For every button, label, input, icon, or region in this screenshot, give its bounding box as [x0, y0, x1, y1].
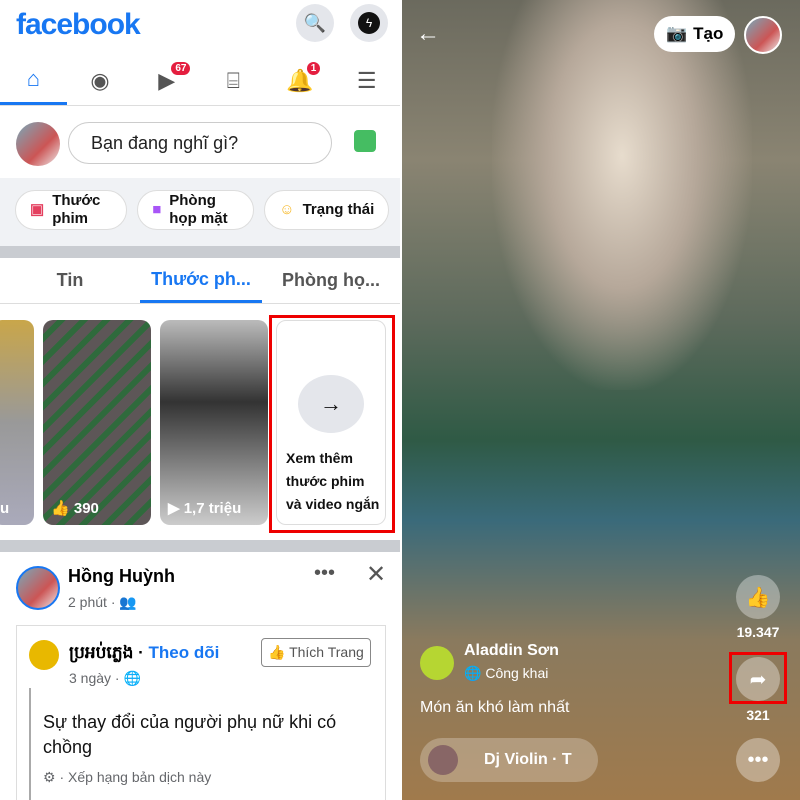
- author-name[interactable]: Aladdin Sơn: [464, 642, 559, 660]
- tab-stories[interactable]: Tin: [0, 258, 140, 303]
- reels-icon: ▣: [30, 201, 45, 218]
- home-icon: ⌂: [26, 66, 40, 91]
- top-nav: ⌂ ◉ ▶ 67 ⌸ 🔔 1 ☰: [0, 56, 400, 106]
- reel-likes: 390: [73, 500, 99, 517]
- music-title: Dj Violin · T: [484, 751, 572, 768]
- menu-icon: ☰: [356, 67, 377, 93]
- nav-groups[interactable]: ◉: [67, 56, 134, 105]
- author-avatar[interactable]: [420, 646, 454, 680]
- friends-icon: 👥: [119, 594, 137, 610]
- search-icon: 🔍: [303, 12, 327, 33]
- reel-card[interactable]: 👍 390: [43, 320, 151, 525]
- gear-icon: ⚙: [43, 769, 56, 785]
- post-text: Sự thay đổi của người phụ nữ khi có chồn…: [43, 712, 337, 757]
- nav-home[interactable]: ⌂: [0, 56, 67, 105]
- nav-marketplace[interactable]: ⌸: [200, 56, 267, 105]
- quote-bar: [29, 688, 31, 800]
- post-author[interactable]: Hồng Huỳnh: [68, 566, 175, 587]
- music-avatar: [428, 745, 458, 775]
- create-button[interactable]: 📷 Tạo: [654, 16, 736, 52]
- photo-icon[interactable]: [354, 130, 376, 152]
- nav-menu[interactable]: ☰: [333, 56, 400, 105]
- shared-time: 3 ngày · 🌐: [69, 670, 141, 686]
- like-count: 19.347: [736, 624, 780, 640]
- composer-input[interactable]: Bạn đang nghĩ gì?: [68, 122, 332, 164]
- nav-watch[interactable]: ▶ 67: [133, 56, 200, 105]
- post-time: 2 phút · 👥: [68, 594, 137, 610]
- more-options-button[interactable]: •••: [736, 738, 780, 782]
- thumbs-up-icon: 👍: [268, 644, 286, 660]
- groups-icon: ◉: [90, 67, 110, 93]
- reel-viewer[interactable]: ← 📷 Tạo 👍 19.347 ➦ 321 ••• Aladdin Sơn 🌐 …: [402, 0, 800, 800]
- reel-stat: u: [0, 500, 10, 517]
- reel-stat: 👍 390: [51, 500, 99, 517]
- chip-label: Phòng họp mặt: [169, 192, 228, 227]
- chip-label: Trạng thái: [302, 201, 375, 218]
- music-pill[interactable]: Dj Violin · T: [420, 738, 598, 782]
- more-icon: •••: [747, 748, 769, 771]
- shared-page-name[interactable]: ប្រអប់ភ្លេង: [69, 643, 133, 662]
- create-chips: ▣ Thước phim ■ Phòng họp mặt ☺ Trạng thái: [0, 178, 400, 246]
- user-avatar[interactable]: [744, 16, 782, 54]
- smiley-icon: ☺: [279, 201, 295, 218]
- tab-rooms[interactable]: Phòng họ...: [262, 258, 400, 303]
- shared-time-text: 3 ngày: [69, 670, 112, 686]
- nav-notifications[interactable]: 🔔 1: [267, 56, 334, 105]
- facebook-logo[interactable]: facebook: [16, 8, 141, 42]
- watch-badge: 67: [171, 62, 191, 75]
- privacy-label: Công khai: [485, 665, 549, 681]
- translation-rating-label: Xếp hạng bản dịch này: [68, 769, 212, 785]
- messenger-icon: ϟ: [358, 12, 380, 34]
- reel-card[interactable]: ▶ 1,7 triệu: [160, 320, 268, 525]
- shared-page-header: ប្រអប់ភ្លេង · Theo dõi: [69, 643, 220, 662]
- highlight-box: [269, 315, 395, 533]
- back-arrow-icon[interactable]: ←: [416, 20, 440, 48]
- section-divider: [0, 246, 400, 258]
- globe-icon: 🌐: [123, 670, 141, 686]
- shared-post: ប្រអប់ភ្លេង · Theo dõi 👍 Thích Trang 3 n…: [16, 625, 386, 800]
- like-button[interactable]: 👍: [736, 575, 780, 619]
- content-tabs: Tin Thước ph... Phòng họ...: [0, 258, 400, 304]
- store-icon: ⌸: [226, 67, 240, 93]
- like-page-button[interactable]: 👍 Thích Trang: [261, 638, 371, 667]
- video-room-icon: ■: [152, 201, 162, 218]
- section-divider: [0, 540, 400, 552]
- chip-status[interactable]: ☺ Trạng thái: [264, 190, 390, 230]
- translation-rating[interactable]: ⚙ · Xếp hạng bản dịch này: [43, 769, 211, 786]
- messenger-button[interactable]: ϟ: [350, 4, 388, 42]
- tab-reels[interactable]: Thước ph...: [140, 258, 262, 303]
- reel-views: 1,7 triệu: [183, 500, 242, 517]
- search-button[interactable]: 🔍: [296, 4, 334, 42]
- chip-label: Thước phim: [52, 192, 101, 227]
- reel-stat: ▶ 1,7 triệu: [168, 500, 242, 517]
- facebook-feed-panel: facebook 🔍 ϟ ⌂ ◉ ▶ 67 ⌸ 🔔 1 ☰ Bạn đang ngh…: [0, 0, 400, 800]
- chip-room[interactable]: ■ Phòng họp mặt: [137, 190, 255, 230]
- post-time-text: 2 phút: [68, 594, 107, 610]
- more-options-icon[interactable]: •••: [314, 562, 335, 585]
- close-icon[interactable]: ✕: [366, 560, 386, 589]
- like-page-label: Thích Trang: [289, 644, 364, 660]
- camera-icon: 📷: [666, 24, 688, 43]
- video-frame: [492, 0, 752, 390]
- caption: Món ăn khó làm nhất: [420, 699, 570, 716]
- highlight-box: [729, 652, 787, 704]
- notif-badge: 1: [306, 62, 321, 75]
- create-label: Tạo: [693, 24, 724, 43]
- user-avatar[interactable]: [16, 122, 60, 166]
- post-author-avatar[interactable]: [16, 566, 60, 610]
- thumbs-up-icon: 👍: [745, 586, 771, 609]
- share-count: 321: [746, 707, 770, 723]
- privacy: 🌐 Công khai: [464, 665, 548, 682]
- page-avatar[interactable]: [29, 640, 59, 670]
- chip-reels[interactable]: ▣ Thước phim: [15, 190, 128, 230]
- globe-icon: 🌐: [464, 665, 482, 681]
- reel-card[interactable]: u: [0, 320, 34, 525]
- follow-link[interactable]: Theo dõi: [149, 643, 220, 662]
